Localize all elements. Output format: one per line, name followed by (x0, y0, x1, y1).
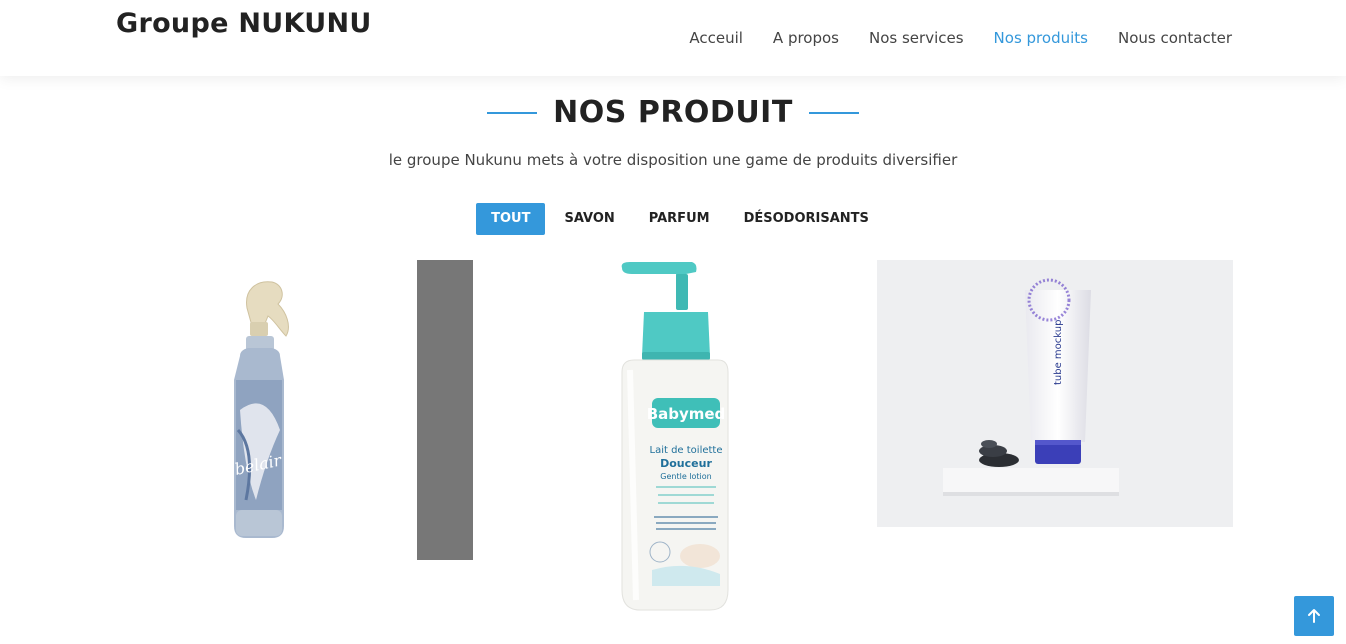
tube-label-text: tube mockup (1053, 320, 1064, 385)
page-title: NOS PRODUIT (553, 95, 793, 130)
lotion-line2-text: Douceur (660, 457, 712, 470)
nav-item-nos-produits[interactable]: Nos produits (994, 28, 1088, 48)
lotion-line3-text: Gentle lotion (660, 472, 711, 481)
nav-item-acceuil[interactable]: Acceuil (689, 28, 743, 48)
nav-item-nos-services[interactable]: Nos services (869, 28, 964, 48)
lotion-pump-bottle-image: Babymed Lait de toilette Douceur Gentle … (621, 262, 729, 611)
arrow-up-icon (1308, 609, 1320, 623)
lotion-brand-text: Babymed (647, 405, 726, 423)
cosmetic-tube-image: tube mockup (877, 260, 1233, 527)
filter-desodorisants[interactable]: DÉSODORISANTS (729, 203, 884, 235)
title-divider-left (487, 111, 538, 114)
product-card-tube[interactable]: tube mockup (877, 260, 1233, 527)
filter-tout[interactable]: TOUT (476, 203, 546, 235)
site-header: Groupe NUKUNU Acceuil A propos Nos servi… (0, 0, 1346, 76)
filter-savon[interactable]: SAVON (549, 203, 629, 235)
section-title: NOS PRODUIT (0, 95, 1346, 130)
back-to-top-button[interactable] (1294, 596, 1334, 636)
nav-item-nous-contacter[interactable]: Nous contacter (1118, 28, 1232, 48)
image-placeholder-block (417, 260, 473, 560)
filter-parfum[interactable]: PARFUM (634, 203, 725, 235)
product-filters: TOUT SAVON PARFUM DÉSODORISANTS (0, 203, 1346, 235)
main-nav: Acceuil A propos Nos services Nos produi… (689, 28, 1232, 48)
product-card-spray[interactable]: belair (116, 260, 406, 560)
nav-item-a-propos[interactable]: A propos (773, 28, 839, 48)
title-divider-right (808, 111, 859, 114)
section-subtitle: le groupe Nukunu mets à votre dispositio… (388, 151, 958, 169)
product-card-lotion[interactable]: Babymed Lait de toilette Douceur Gentle … (560, 260, 800, 615)
lotion-line1-text: Lait de toilette (650, 445, 723, 456)
spray-bottle-image: belair (233, 281, 289, 538)
site-logo[interactable]: Groupe NUKUNU (116, 8, 372, 39)
